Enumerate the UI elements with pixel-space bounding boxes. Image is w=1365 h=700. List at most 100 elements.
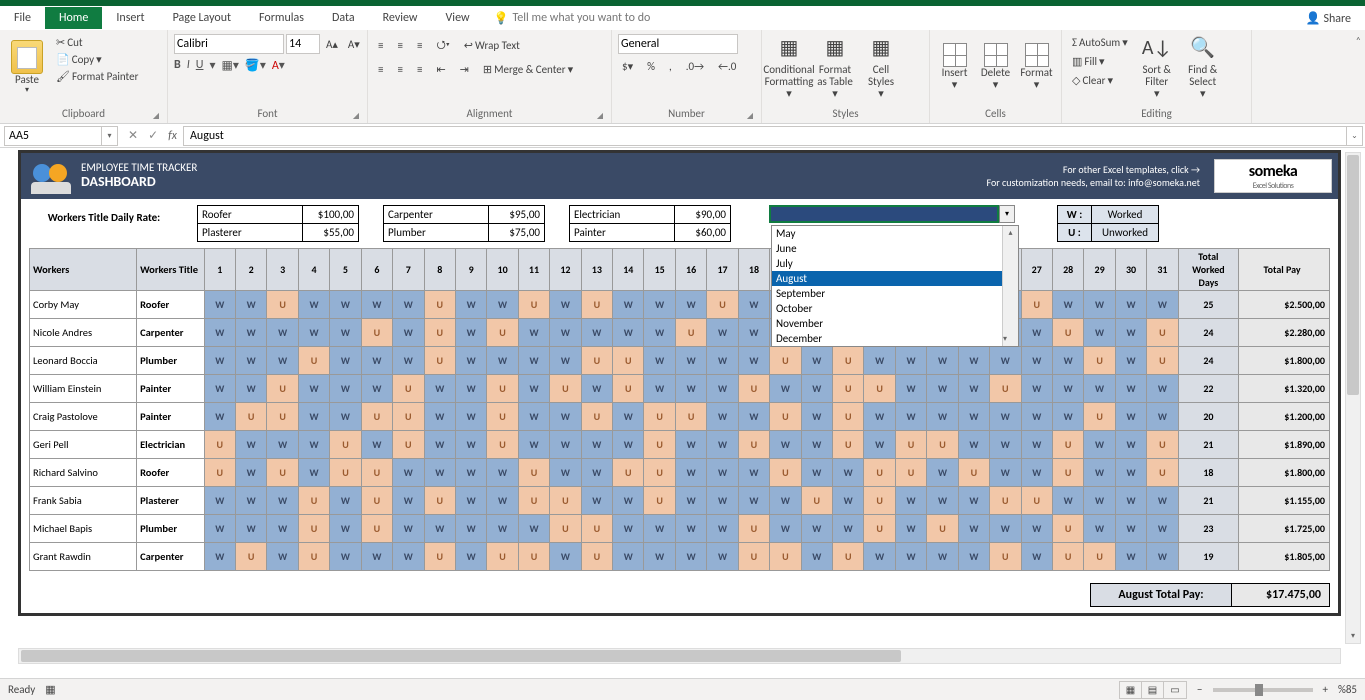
sort-filter-button[interactable]: A↓Sort & Filter▾ bbox=[1136, 34, 1178, 100]
month-option[interactable]: July bbox=[772, 256, 1018, 271]
dropdown-arrow-icon[interactable]: ▾ bbox=[999, 205, 1015, 223]
merge-center-button[interactable]: ⊞ Merge & Center ▾ bbox=[479, 61, 577, 78]
tell-me[interactable]: 💡Tell me what you want to do bbox=[484, 7, 661, 30]
insert-cells-button[interactable]: Insert▾ bbox=[936, 34, 973, 100]
align-top-icon[interactable]: ≡ bbox=[374, 34, 387, 57]
vertical-scrollbar[interactable]: ▴▾ bbox=[1345, 152, 1361, 644]
table-row[interactable]: Frank SabiaPlastererWWWUWUWUWWUUWWUWWWWU… bbox=[30, 487, 1330, 515]
menu-tab-review[interactable]: Review bbox=[369, 7, 432, 29]
month-option[interactable]: August bbox=[772, 271, 1018, 286]
table-row[interactable]: Grant RawdinCarpenterWUWUWWWUWUUWUWWWWUU… bbox=[30, 543, 1330, 571]
menu-tab-formulas[interactable]: Formulas bbox=[245, 7, 318, 29]
share-button[interactable]: 👤 Share bbox=[1292, 7, 1365, 30]
border-button[interactable]: ▦▾ bbox=[222, 58, 239, 73]
paste-button[interactable]: Paste▾ bbox=[6, 34, 48, 100]
zoom-out-icon[interactable]: − bbox=[1197, 683, 1202, 696]
zoom-level[interactable]: %85 bbox=[1338, 683, 1357, 696]
formula-bar-row: ▾ ✕✓ fx ⌄ bbox=[0, 124, 1365, 148]
menu-tab-page-layout[interactable]: Page Layout bbox=[159, 7, 245, 29]
zoom-in-icon[interactable]: + bbox=[1323, 683, 1328, 696]
copy-button[interactable]: 📄 Copy ▾ bbox=[52, 51, 142, 68]
month-selector[interactable]: ▾ MayJuneJulyAugustSeptemberOctoberNovem… bbox=[769, 205, 999, 223]
align-right-icon[interactable]: ≡ bbox=[413, 61, 426, 78]
dec-decimal-icon[interactable]: ←.0 bbox=[714, 58, 740, 75]
formula-bar[interactable] bbox=[183, 126, 1347, 146]
cancel-formula-icon[interactable]: ✕ bbox=[124, 128, 142, 143]
collapse-ribbon-icon[interactable]: ˄ bbox=[1356, 34, 1361, 47]
fill-button[interactable]: ▥ Fill ▾ bbox=[1068, 53, 1132, 70]
decrease-font-icon[interactable]: A▾ bbox=[344, 34, 364, 54]
horizontal-scrollbar[interactable] bbox=[18, 648, 1341, 664]
month-dropdown[interactable]: MayJuneJulyAugustSeptemberOctoberNovembe… bbox=[771, 225, 1019, 347]
font-name-select[interactable] bbox=[174, 34, 284, 54]
month-option[interactable]: October bbox=[772, 301, 1018, 316]
table-row[interactable]: Nicole AndresCarpenterWWWWWUWUWUWWWWWUWW… bbox=[30, 319, 1330, 347]
conditional-formatting-button[interactable]: ▦Conditional Formatting▾ bbox=[768, 34, 810, 100]
font-size-select[interactable] bbox=[286, 34, 320, 54]
fx-icon[interactable]: fx bbox=[168, 129, 177, 143]
table-row[interactable]: Leonard BocciaPlumberWWWUWWWUWWWWUUWWWWU… bbox=[30, 347, 1330, 375]
month-option[interactable]: September bbox=[772, 286, 1018, 301]
name-box-arrow[interactable]: ▾ bbox=[102, 126, 118, 146]
align-left-icon[interactable]: ≡ bbox=[374, 61, 387, 78]
font-color-button[interactable]: A▾ bbox=[272, 58, 285, 73]
menu-tab-home[interactable]: Home bbox=[45, 7, 102, 29]
inc-decimal-icon[interactable]: .0→ bbox=[682, 58, 708, 75]
view-buttons[interactable]: ▦▤▭ bbox=[1119, 681, 1187, 699]
table-row[interactable]: William EinsteinPainterWWUWWWUWWUWUWUWWW… bbox=[30, 375, 1330, 403]
italic-button[interactable]: I bbox=[187, 58, 190, 73]
autosum-button[interactable]: Σ AutoSum ▾ bbox=[1068, 34, 1132, 51]
col-day: 27 bbox=[1021, 249, 1052, 291]
bold-button[interactable]: B bbox=[174, 58, 181, 73]
table-row[interactable]: Corby MayRooferWWUWWWWUWWUWUWWWUWWWWUWWW… bbox=[30, 291, 1330, 319]
format-as-table-button[interactable]: ▦Format as Table▾ bbox=[814, 34, 856, 100]
month-option[interactable]: December bbox=[772, 331, 1018, 346]
align-middle-icon[interactable]: ≡ bbox=[393, 34, 406, 57]
wrap-text-button[interactable]: ↩ Wrap Text bbox=[460, 34, 524, 57]
clear-button[interactable]: ◇ Clear ▾ bbox=[1068, 72, 1132, 89]
menu-tab-file[interactable]: File bbox=[0, 7, 45, 29]
increase-font-icon[interactable]: A▴ bbox=[322, 34, 342, 54]
currency-icon[interactable]: $▾ bbox=[618, 58, 637, 75]
month-option[interactable]: June bbox=[772, 241, 1018, 256]
underline-button[interactable]: U bbox=[196, 58, 204, 73]
cell-styles-button[interactable]: ▦Cell Styles▾ bbox=[860, 34, 902, 100]
month-option[interactable]: November bbox=[772, 316, 1018, 331]
table-row[interactable]: Craig PastolovePainterWUUWWUUWWUWWUWUUWW… bbox=[30, 403, 1330, 431]
delete-cells-button[interactable]: Delete▾ bbox=[977, 34, 1014, 100]
expand-formula-bar-icon[interactable]: ⌄ bbox=[1347, 126, 1363, 146]
cut-button[interactable]: ✂ Cut bbox=[52, 34, 142, 51]
col-day: 1 bbox=[204, 249, 235, 291]
name-box[interactable] bbox=[4, 126, 102, 146]
month-option[interactable]: May bbox=[772, 226, 1018, 241]
table-row[interactable]: Richard SalvinoRooferUWUWUUWWWWUWWUUWWWU… bbox=[30, 459, 1330, 487]
menu-tab-data[interactable]: Data bbox=[318, 7, 369, 29]
templates-link[interactable]: For other Excel templates, click → bbox=[986, 163, 1200, 176]
format-painter-button[interactable]: 🖌 Format Painter bbox=[52, 68, 142, 85]
menu-tab-view[interactable]: View bbox=[432, 7, 484, 29]
macro-icon[interactable]: ▦ bbox=[45, 683, 55, 696]
indent-dec-icon[interactable]: ⇤ bbox=[432, 61, 449, 78]
orientation-icon[interactable]: ⭯▾ bbox=[432, 34, 453, 57]
format-cells-button[interactable]: Format▾ bbox=[1018, 34, 1055, 100]
number-format-select[interactable] bbox=[618, 34, 738, 54]
col-day: 14 bbox=[613, 249, 644, 291]
align-center-icon[interactable]: ≡ bbox=[393, 61, 406, 78]
status-bar: Ready ▦ ▦▤▭ − + %85 bbox=[0, 678, 1365, 700]
percent-icon[interactable]: % bbox=[643, 58, 659, 75]
table-row[interactable]: Michael BapisPlumberWWWUWUWWWWWUUWWWWUWW… bbox=[30, 515, 1330, 543]
zoom-slider[interactable] bbox=[1213, 688, 1313, 692]
col-day: 4 bbox=[298, 249, 329, 291]
col-total-pay: Total Pay bbox=[1239, 249, 1330, 291]
rate-box: Roofer$100,00Plasterer$55,00 bbox=[197, 205, 359, 242]
align-bottom-icon[interactable]: ≡ bbox=[413, 34, 426, 57]
menu-tab-insert[interactable]: Insert bbox=[102, 7, 158, 29]
col-day: 31 bbox=[1147, 249, 1178, 291]
worksheet-area[interactable]: EMPLOYEE TIME TRACKERDASHBOARD For other… bbox=[0, 148, 1365, 668]
table-row[interactable]: Geri PellElectricianUWWWUWUWWUWWWWUWWUWW… bbox=[30, 431, 1330, 459]
comma-icon[interactable]: , bbox=[665, 58, 676, 75]
enter-formula-icon[interactable]: ✓ bbox=[144, 128, 162, 143]
fill-color-button[interactable]: 🪣▾ bbox=[245, 58, 266, 73]
find-select-button[interactable]: 🔍Find & Select▾ bbox=[1182, 34, 1224, 100]
indent-inc-icon[interactable]: ⇥ bbox=[456, 61, 473, 78]
